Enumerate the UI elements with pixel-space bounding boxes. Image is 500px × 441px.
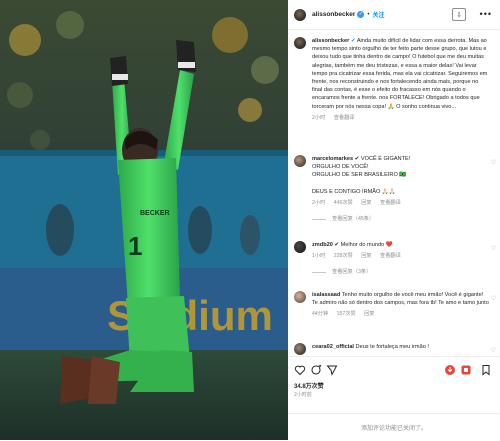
caption-time: 2小时 [312,114,326,121]
avatar[interactable] [294,155,306,167]
avatar[interactable] [294,343,306,355]
goalkeeper-photo-illustration: Stadium BECKER 1 [0,0,288,440]
comment-line: Deus te fortaleça meu irmão ! [355,344,429,350]
likes-count[interactable]: 34.8万次赞 [294,381,324,390]
comment-like-icon[interactable]: ♡ [491,245,496,252]
comment-disabled-bar: 添加评论功能已关闭了。 [288,413,500,441]
comment-username[interactable]: marcelomarkes [312,156,353,162]
comment-line: ✔ Melhor do mundo ❤️ [334,242,393,248]
extension-icon[interactable] [460,364,472,376]
separator-dot: • [367,11,370,18]
avatar[interactable] [294,291,306,303]
comment-line: ORGULHO DE VOCÊ! [312,164,369,171]
view-replies[interactable]: 查看回复（3条） [312,268,490,276]
comment-line: ✔ VOCÊ É GIGANTE! [354,156,411,162]
post-header: alissonbecker ✓ • 关注 ⇩ ••• [288,0,500,30]
comment-likes[interactable]: 446次赞 [334,200,353,206]
verified-badge-icon: ✔ [350,38,356,44]
post-photo[interactable]: Stadium BECKER 1 [0,0,288,440]
svg-text:BECKER: BECKER [140,210,170,217]
comment-username[interactable]: zmdb20 [312,242,333,248]
comments-disabled-text: 添加评论功能已关闭了。 [360,426,427,432]
translate-link[interactable]: 查看翻译 [380,253,401,259]
comment-likes[interactable]: 157次赞 [337,311,356,317]
caption-meta: 2小时 查看翻译 [312,114,490,122]
comment-like-icon[interactable]: ♡ [491,295,496,302]
comment-likes[interactable]: 228次赞 [334,253,353,259]
like-icon[interactable] [294,364,306,376]
caption-username[interactable]: alissonbecker [312,38,349,44]
follow-button[interactable]: 关注 [372,10,384,19]
header-username[interactable]: alissonbecker [312,11,355,18]
comment-username[interactable]: ceara02_official [312,344,354,350]
translate-link[interactable]: 查看翻译 [334,115,355,121]
post-side-panel: alissonbecker ✓ • 关注 ⇩ ••• alissonbecker… [288,0,500,440]
replies-divider [312,272,326,273]
translate-link[interactable]: 查看翻译 [380,200,401,206]
share-icon[interactable] [326,364,338,376]
comment-username[interactable]: isalassaad [312,292,340,298]
comment-line: ORGULHO DE SER BRASILEIRO 🇧🇷 [312,172,407,179]
view-replies-label[interactable]: 查看回复（3条） [332,268,371,276]
post-actions: 34.8万次赞 2小时前 添加评论功能已关闭了。 [288,356,500,440]
view-replies[interactable]: 查看回复（45条） [312,215,490,223]
reply-link[interactable]: 回复 [361,200,371,206]
comment-meta: 2小时 446次赞 回复 查看翻译 [312,199,490,207]
reply-link[interactable]: 回复 [361,253,371,259]
comment-like-icon[interactable]: ♡ [491,159,496,166]
comment-time: 1小时 [312,253,326,260]
view-replies-label[interactable]: 查看回复（45条） [332,215,374,223]
reply-link[interactable]: 回复 [364,311,374,317]
comment-icon[interactable] [310,364,322,376]
download-icon[interactable] [444,364,456,376]
posted-time: 2小时前 [294,392,312,398]
replies-divider [312,218,326,220]
bookmark-icon[interactable] [480,364,492,376]
comment-time: 44分钟 [312,311,329,318]
comment-meta: 1小时 228次赞 回复 查看翻译 [312,252,490,260]
caption-text: Ainda muito difícil de lidar com essa de… [312,38,488,110]
comment-meta: 44分钟 157次赞 回复 [312,310,490,318]
more-options-icon[interactable]: ••• [480,9,492,19]
comment-like-icon[interactable]: ♡ [491,347,496,354]
comment-line: DEUS E CONTIGO IRMÃO 🙏🏻🙏🏻 [312,188,396,195]
instagram-post-modal: Stadium BECKER 1 alissonbecker ✓ • 关注 ⇩ … [0,0,500,440]
avatar[interactable] [294,37,306,49]
svg-text:1: 1 [128,231,142,261]
action-icons [294,364,494,376]
verified-badge-icon: ✓ [357,11,365,18]
download-icon[interactable]: ⇩ [452,8,466,21]
avatar[interactable] [294,241,306,253]
comment-time: 2小时 [312,199,326,206]
avatar[interactable] [294,8,306,21]
comments-feed[interactable]: alissonbecker ✔ Ainda muito difícil de l… [288,31,500,355]
